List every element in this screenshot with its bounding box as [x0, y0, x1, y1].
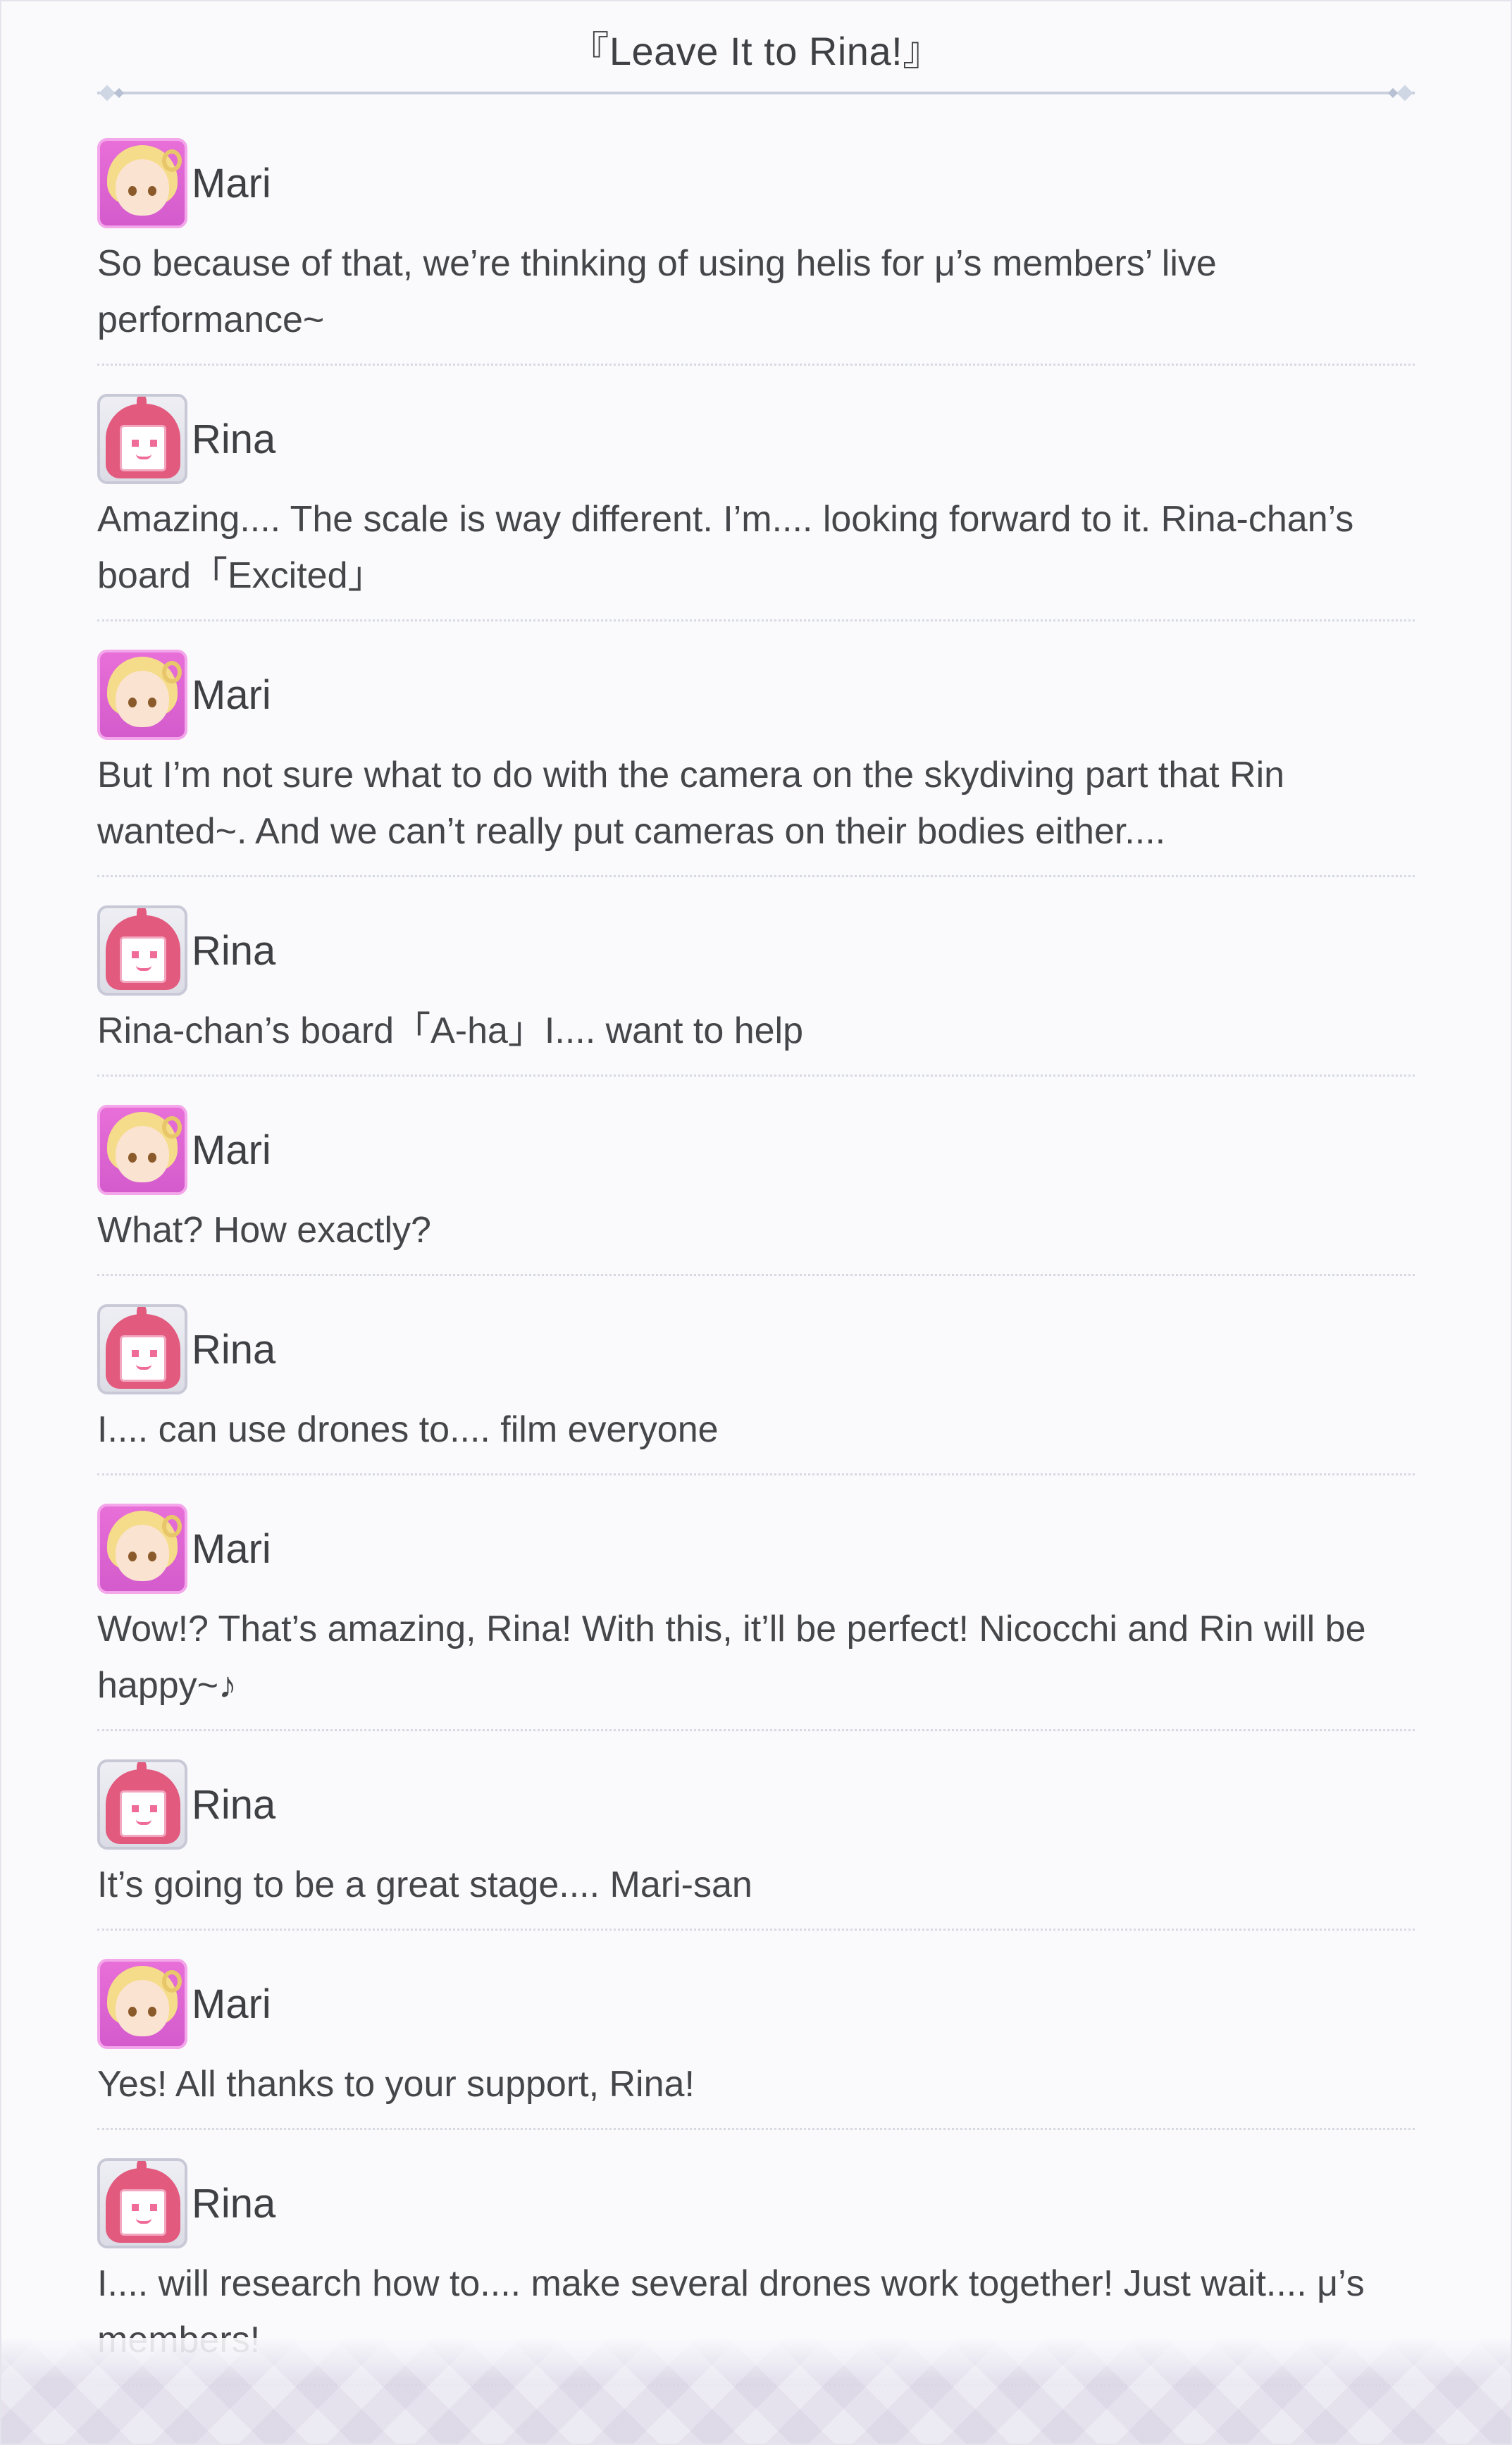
dialogue-entry: Rina It’s going to be a great stage.... … [97, 1757, 1415, 1931]
speaker-name: Rina [192, 927, 276, 974]
footer-decoration [1, 2338, 1511, 2444]
dialogue-text: But I’m not sure what to do with the cam… [97, 755, 1285, 852]
speaker-name: Rina [192, 1326, 276, 1373]
dialogue-entry: Mari But I’m not sure what to do with th… [97, 647, 1415, 877]
dialogue-entry: Mari So because of that, we’re thinking … [97, 135, 1415, 366]
dialogue-text: It’s going to be a great stage.... Mari-… [97, 1864, 752, 1905]
speaker-name: Rina [192, 1781, 276, 1828]
speaker-name: Mari [192, 671, 271, 718]
story-log-window: 『Leave It to Rina!』 Mari So because of t… [0, 0, 1512, 2445]
speaker-name: Mari [192, 160, 271, 206]
dialogue-text: What? How exactly? [97, 1210, 431, 1251]
dialogue-text: So because of that, we’re thinking of us… [97, 243, 1217, 340]
divider-ornament-icon [113, 87, 125, 99]
divider-ornament-icon [1396, 85, 1413, 101]
dialogue-entry: Rina Rina-chan’s board「A-ha」I.... want t… [97, 903, 1415, 1077]
dialogue-entry: Mari Yes! All thanks to your support, Ri… [97, 1956, 1415, 2130]
dialogue-text: Wow!? That’s amazing, Rina! With this, i… [97, 1609, 1366, 1706]
dialogue-entry: Mari Wow!? That’s amazing, Rina! With th… [97, 1501, 1415, 1731]
mari-avatar-icon [97, 1504, 187, 1594]
rina-avatar-icon [97, 394, 187, 484]
mari-avatar-icon [97, 138, 187, 228]
dialogue-text: Yes! All thanks to your support, Rina! [97, 2064, 695, 2105]
rina-avatar-icon [97, 1304, 187, 1394]
speaker-name: Mari [192, 1127, 271, 1173]
title-divider [97, 92, 1415, 94]
dialogue-entry: Rina I.... can use drones to.... film ev… [97, 1301, 1415, 1475]
mari-avatar-icon [97, 1959, 187, 2049]
divider-ornament-icon [99, 85, 116, 101]
rina-avatar-icon [97, 905, 187, 996]
dialogue-text: I.... can use drones to.... film everyon… [97, 1409, 719, 1450]
speaker-name: Rina [192, 2180, 276, 2227]
mari-avatar-icon [97, 1105, 187, 1195]
speaker-name: Mari [192, 1981, 271, 2027]
dialogue-text: Amazing.... The scale is way different. … [97, 499, 1354, 596]
rina-avatar-icon [97, 1759, 187, 1850]
story-title: 『Leave It to Rina!』 [569, 29, 943, 73]
speaker-name: Mari [192, 1525, 271, 1572]
dialogue-log[interactable]: Mari So because of that, we’re thinking … [97, 135, 1415, 2411]
dialogue-entry: Mari What? How exactly? [97, 1102, 1415, 1276]
dialogue-text: Rina-chan’s board「A-ha」I.... want to hel… [97, 1010, 804, 1051]
speaker-name: Rina [192, 416, 276, 462]
dialogue-entry: Rina Amazing.... The scale is way differ… [97, 391, 1415, 621]
rina-avatar-icon [97, 2158, 187, 2248]
mari-avatar-icon [97, 650, 187, 740]
